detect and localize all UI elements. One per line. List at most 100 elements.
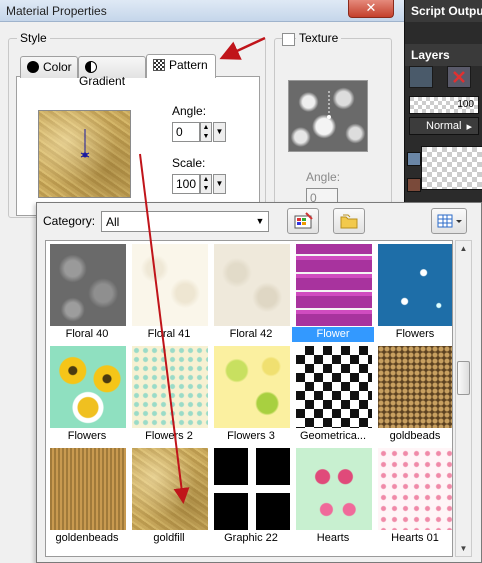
half-circle-icon	[85, 61, 97, 73]
tab-pattern[interactable]: Pattern	[146, 54, 216, 78]
angle-label: Angle:	[172, 104, 207, 118]
scale-dropdown-icon[interactable]: ▼	[213, 174, 226, 194]
texture-label: Texture	[296, 31, 342, 45]
pattern-grid-scrollbar[interactable]: ▲ ▼	[455, 240, 472, 557]
tab-color-label: Color	[43, 60, 72, 74]
view-options-button[interactable]	[431, 208, 467, 234]
flowers-pattern-thumbnail	[378, 244, 452, 326]
scroll-down-icon[interactable]: ▼	[456, 541, 471, 556]
pattern-item-label: Graphic 22	[224, 532, 278, 544]
sunflower-pattern-thumbnail	[50, 346, 126, 428]
angle-input[interactable]: 0	[172, 122, 200, 142]
pattern-item[interactable]: Flowers	[46, 343, 128, 445]
pattern-item-label: goldenbeads	[55, 532, 119, 544]
pattern-item-label: Geometrica...	[299, 430, 367, 442]
scale-label: Scale:	[172, 156, 206, 170]
script-output-header: Script Output	[405, 0, 482, 22]
scale-input[interactable]: 100	[172, 174, 200, 194]
rotation-handle-icon	[80, 129, 90, 158]
scale-spinner[interactable]: ▲ ▼	[200, 174, 212, 194]
category-label: Category:	[43, 214, 96, 228]
texture-checkbox[interactable]	[282, 33, 295, 46]
pattern-item[interactable]: Hearts	[292, 445, 374, 547]
pattern-item[interactable]: goldfill	[128, 445, 210, 547]
pattern-item[interactable]: Flower	[292, 241, 374, 343]
style-group-label: Style	[17, 31, 50, 45]
pattern-item-label: Floral 42	[229, 328, 273, 340]
beads-pattern-thumbnail	[378, 346, 452, 428]
pattern-picker-popup: Category: All ▼ Floral 40 Floral 41 Flor…	[36, 202, 482, 563]
file-locations-button[interactable]	[333, 208, 365, 234]
category-value: All	[106, 215, 120, 229]
new-layer-icon[interactable]	[409, 66, 433, 88]
pattern-item[interactable]: Floral 40	[46, 241, 128, 343]
pattern-item-label: Floral 40	[65, 328, 109, 340]
pattern-item-label: goldbeads	[389, 430, 441, 442]
hearts-pattern-thumbnail	[296, 448, 372, 530]
dialog-titlebar: Material Properties ✕	[0, 0, 404, 22]
pattern-item-label: goldfill	[153, 532, 185, 544]
layer-thumbnail[interactable]	[421, 146, 482, 190]
daisy-pattern-thumbnail	[214, 346, 290, 428]
flower-pattern-thumbnail	[296, 244, 372, 326]
delete-x-icon	[453, 71, 465, 83]
layers-header: Layers	[405, 44, 482, 66]
dialog-title: Material Properties	[6, 4, 107, 18]
pattern-item-label: Hearts 01	[391, 532, 439, 544]
pattern-item[interactable]: Graphic 22	[210, 445, 292, 547]
pattern-item[interactable]: goldbeads	[374, 343, 452, 445]
chevron-down-icon: ▼	[255, 216, 265, 226]
tab-gradient[interactable]: Gradient	[78, 56, 146, 88]
blend-mode-value: Normal	[426, 120, 462, 132]
category-select[interactable]: All ▼	[101, 211, 269, 232]
pattern-item-label: Flowers 2	[145, 430, 193, 442]
pattern-grid: Floral 40 Floral 41 Floral 42 Flower Flo…	[45, 240, 453, 557]
pattern-item[interactable]: Flowers 3	[210, 343, 292, 445]
opacity-field[interactable]: 100	[409, 96, 479, 114]
floral-pattern-thumbnail	[132, 244, 208, 326]
filled-circle-icon	[27, 61, 39, 73]
pattern-item[interactable]: Geometrica...	[292, 343, 374, 445]
pattern-item-label: Flowers	[67, 430, 107, 442]
texture-angle-label: Angle:	[306, 170, 341, 184]
angle-spinner[interactable]: ▲ ▼	[200, 122, 212, 142]
pattern-item-label: Flowers 3	[227, 430, 275, 442]
graphic-pattern-thumbnail	[214, 448, 290, 530]
pattern-item[interactable]: Floral 42	[210, 241, 292, 343]
pattern-item-label: Hearts	[316, 532, 350, 544]
layers-toolbar	[409, 66, 479, 92]
pattern-item[interactable]: Flowers	[374, 241, 452, 343]
scroll-up-icon[interactable]: ▲	[456, 241, 471, 256]
dots-pattern-thumbnail	[132, 346, 208, 428]
pattern-item-label: Floral 41	[147, 328, 191, 340]
pattern-item-label: Flower	[292, 327, 374, 342]
floral-pattern-thumbnail	[214, 244, 290, 326]
tab-pattern-label: Pattern	[169, 58, 208, 72]
layer-eye-icon[interactable]	[407, 178, 421, 192]
pattern-preview[interactable]	[38, 110, 131, 198]
delete-layer-icon[interactable]	[447, 66, 471, 88]
folder-icon	[340, 214, 358, 229]
blend-arrow-icon: ▸	[466, 121, 472, 133]
pattern-item[interactable]: Flowers 2	[128, 343, 210, 445]
image-edit-icon	[294, 212, 313, 229]
tab-gradient-label: Gradient	[79, 74, 126, 88]
pattern-item[interactable]: Floral 41	[128, 241, 210, 343]
grid-view-icon	[437, 214, 462, 228]
texture-rotation-handle-icon	[327, 91, 331, 119]
hearts-pattern-thumbnail	[378, 448, 452, 530]
floral-pattern-thumbnail	[50, 244, 126, 326]
tab-color[interactable]: Color	[20, 56, 78, 78]
texture-preview	[288, 80, 368, 152]
pattern-icon	[153, 59, 165, 71]
close-button[interactable]: ✕	[348, 0, 394, 18]
angle-dropdown-icon[interactable]: ▼	[213, 122, 226, 142]
layer-visibility-icon[interactable]	[407, 152, 421, 166]
goldfill-pattern-thumbnail	[132, 448, 208, 530]
pattern-item[interactable]: Hearts 01	[374, 445, 452, 547]
scrollbar-thumb[interactable]	[457, 361, 470, 395]
pattern-item-label: Flowers	[395, 328, 435, 340]
blend-mode-select[interactable]: Normal ▸	[409, 117, 479, 135]
pattern-item[interactable]: goldenbeads	[46, 445, 128, 547]
pattern-properties-button[interactable]	[287, 208, 319, 234]
